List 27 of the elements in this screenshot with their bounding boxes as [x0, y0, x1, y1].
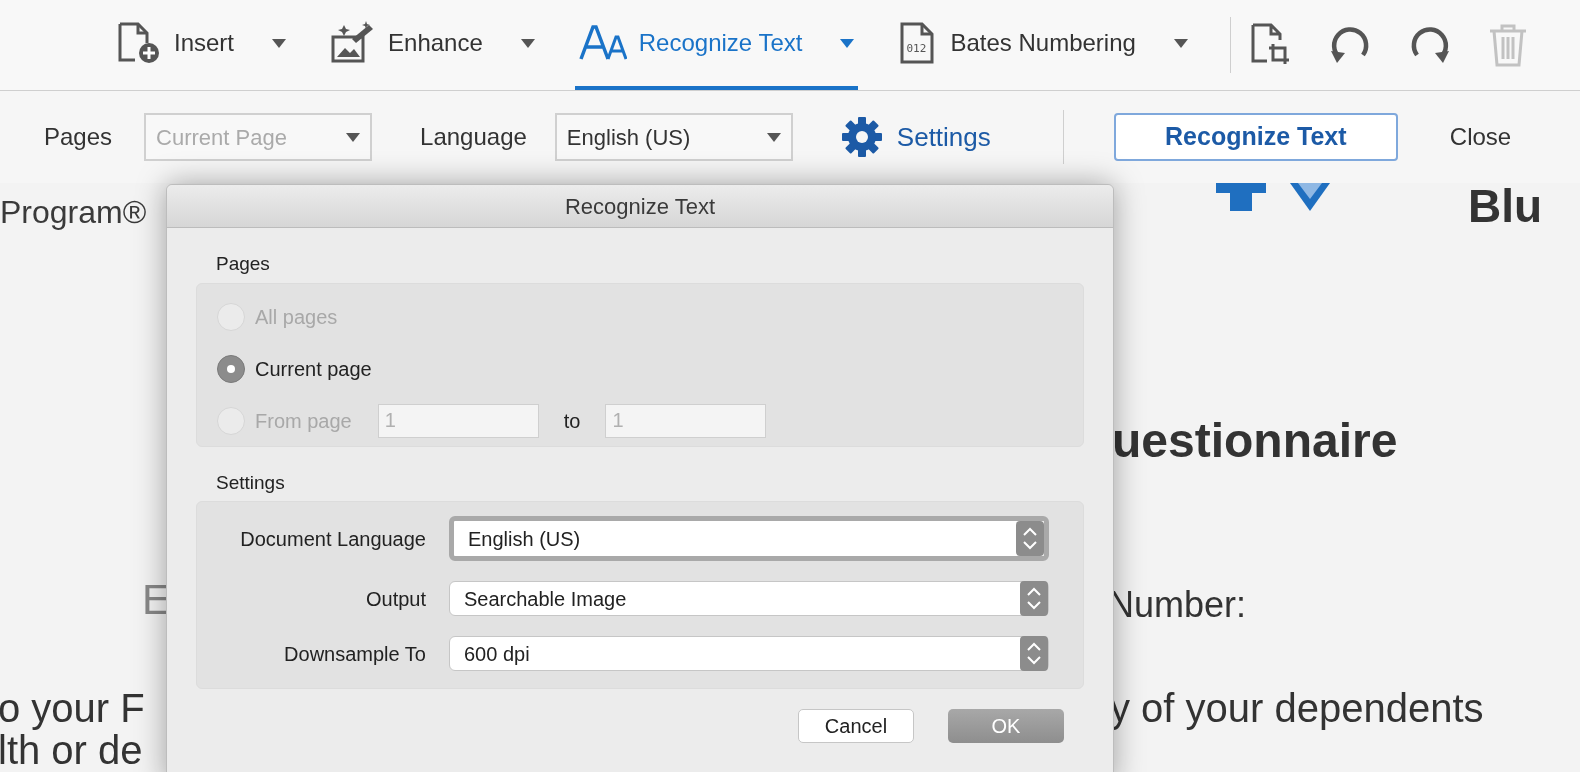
settings-button[interactable]: Settings [840, 116, 991, 158]
document-text: Blu [1468, 183, 1543, 229]
radio-option[interactable]: Current page [217, 353, 372, 384]
document-text: uestionnaire [1112, 413, 1398, 469]
dialog-button[interactable]: Cancel [798, 709, 914, 743]
toolbar-tab[interactable]: 012 Bates Numbering [894, 0, 1192, 90]
select-field[interactable]: English (US) [449, 516, 1049, 561]
language-label: Language [420, 122, 527, 152]
toolbar-tab[interactable]: Insert [112, 0, 291, 90]
toolbar-tab[interactable]: Enhance [326, 0, 539, 90]
select-field[interactable]: Searchable Image [449, 581, 1049, 616]
to-label: to [563, 408, 581, 434]
pages-label: Pages [44, 122, 113, 152]
document-text: o your F [0, 685, 145, 732]
field-label: Downsample To [283, 641, 427, 667]
icon-number-text: 012 [906, 43, 927, 54]
document-text: Program® [0, 193, 147, 232]
field-label: Output [364, 586, 427, 612]
dialog-title: Recognize Text [565, 192, 715, 221]
close-button[interactable]: Close [1449, 119, 1512, 155]
recognize-text-button[interactable]: Recognize Text [1113, 113, 1398, 161]
field-label: Document Language [239, 526, 427, 552]
document-text: E [142, 575, 170, 625]
section-label: Settings [215, 470, 286, 495]
language-dropdown[interactable]: English (US) [554, 113, 793, 161]
select-field[interactable]: 600 dpi [449, 636, 1049, 671]
section-label: Pages [215, 252, 271, 276]
